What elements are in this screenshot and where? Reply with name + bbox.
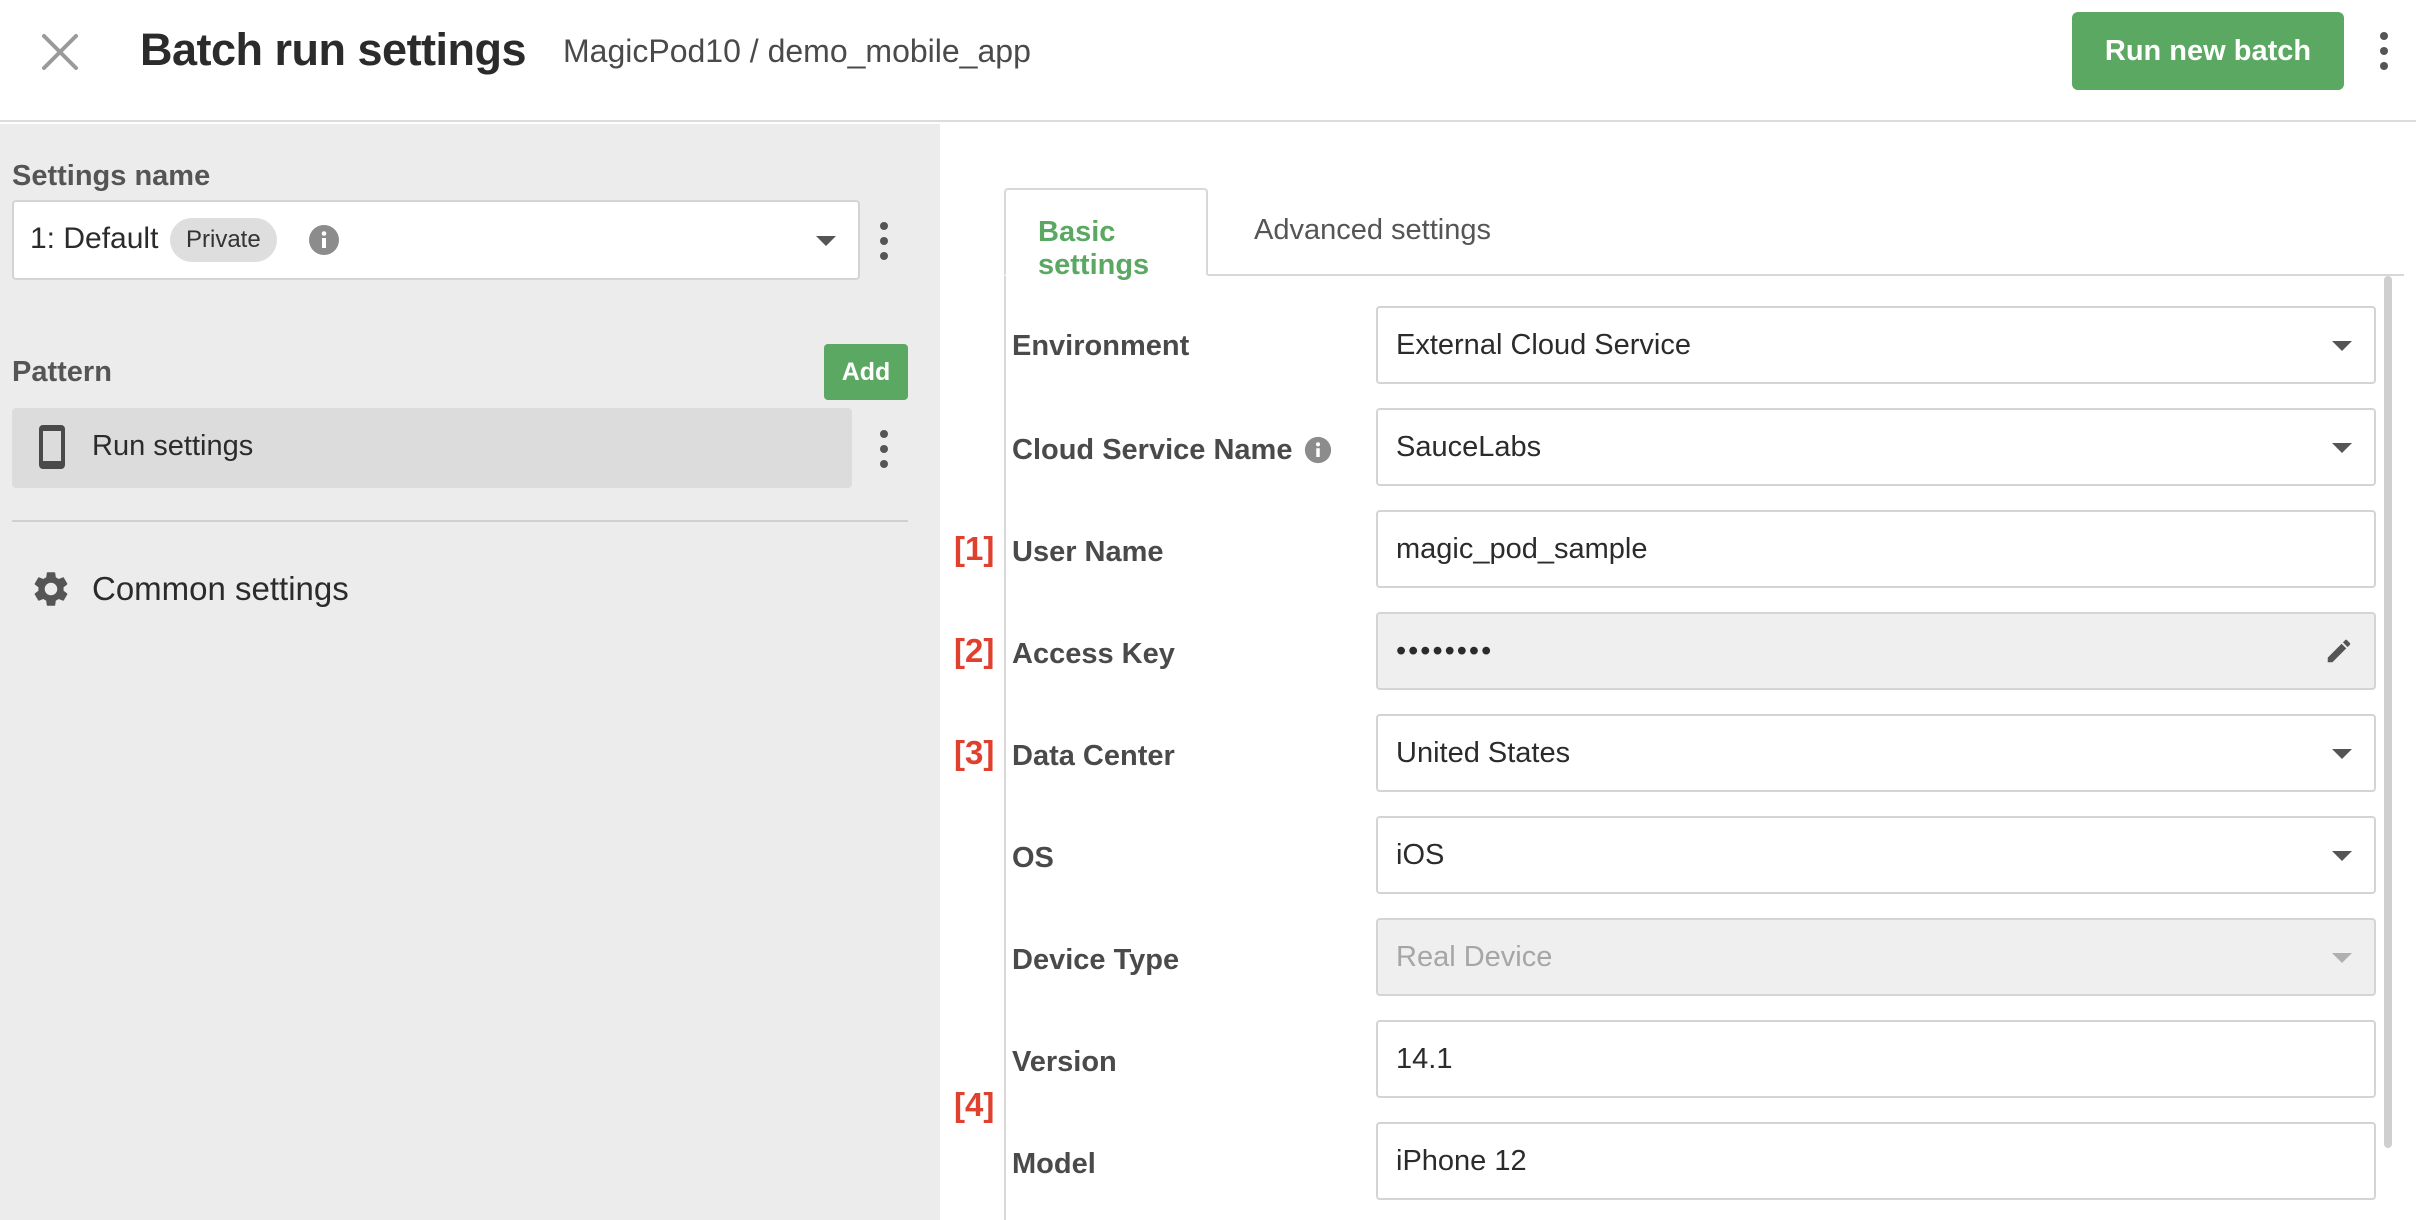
device-type-label: Device Type bbox=[1012, 944, 1180, 976]
device-type-select: Real Device bbox=[1376, 918, 2376, 996]
environment-value: External Cloud Service bbox=[1396, 329, 1691, 361]
top-bar: Batch run settings MagicPod10 / demo_mob… bbox=[0, 0, 2416, 122]
tab-advanced-settings-label: Advanced settings bbox=[1254, 214, 1491, 246]
sidebar-divider bbox=[12, 520, 908, 522]
cloud-service-name-select[interactable]: SauceLabs bbox=[1376, 408, 2376, 486]
pattern-item-run-settings[interactable]: Run settings bbox=[12, 408, 852, 488]
common-settings-label: Common settings bbox=[92, 570, 349, 607]
cloud-service-name-value: SauceLabs bbox=[1396, 431, 1542, 463]
version-label: Version bbox=[1012, 1046, 1117, 1078]
settings-more-icon[interactable] bbox=[876, 220, 892, 262]
os-select[interactable]: iOS bbox=[1376, 816, 2376, 894]
pattern-label: Pattern bbox=[12, 356, 112, 388]
device-type-value: Real Device bbox=[1396, 941, 1553, 973]
annotation-marker-2: [2] bbox=[954, 632, 995, 669]
os-label: OS bbox=[1012, 842, 1054, 874]
pattern-item-label: Run settings bbox=[92, 430, 254, 462]
model-value: iPhone 12 bbox=[1396, 1145, 1527, 1177]
mobile-phone-icon bbox=[39, 425, 65, 469]
model-label: Model bbox=[1012, 1148, 1096, 1180]
add-pattern-button[interactable]: Add bbox=[824, 344, 908, 400]
edit-pencil-icon[interactable] bbox=[2324, 636, 2354, 666]
chevron-down-icon bbox=[2332, 341, 2352, 351]
chevron-down-icon bbox=[816, 236, 836, 246]
info-icon[interactable] bbox=[308, 224, 340, 256]
environment-select[interactable]: External Cloud Service bbox=[1376, 306, 2376, 384]
close-icon[interactable] bbox=[34, 26, 86, 78]
pattern-more-icon[interactable] bbox=[876, 428, 892, 470]
chevron-down-icon bbox=[2332, 851, 2352, 861]
tab-basic-settings[interactable]: Basic settings bbox=[1004, 188, 1208, 281]
gear-icon bbox=[34, 572, 68, 606]
content-border bbox=[1004, 274, 1006, 1220]
scrollbar[interactable] bbox=[2384, 276, 2392, 1148]
access-key-input[interactable]: •••••••• bbox=[1376, 612, 2376, 690]
tab-underline bbox=[1004, 274, 2404, 276]
environment-label: Environment bbox=[1012, 330, 1190, 362]
page-title: Batch run settings bbox=[140, 24, 527, 75]
info-icon[interactable] bbox=[1304, 436, 1332, 464]
data-center-label: Data Center bbox=[1012, 740, 1175, 772]
data-center-select[interactable]: United States bbox=[1376, 714, 2376, 792]
version-value: 14.1 bbox=[1396, 1043, 1453, 1075]
annotation-marker-3: [3] bbox=[954, 734, 995, 771]
tab-basic-settings-label: Basic settings bbox=[1038, 216, 1150, 281]
tab-advanced-settings[interactable]: Advanced settings bbox=[1208, 188, 1508, 276]
settings-selected-value: 1: Default bbox=[30, 222, 159, 255]
user-name-label: User Name bbox=[1012, 536, 1164, 568]
chevron-down-icon bbox=[2332, 443, 2352, 453]
data-center-value: United States bbox=[1396, 737, 1571, 769]
annotation-marker-1: [1] bbox=[954, 530, 995, 567]
cloud-service-name-label: Cloud Service Name bbox=[1012, 434, 1293, 466]
os-value: iOS bbox=[1396, 839, 1445, 871]
breadcrumb[interactable]: MagicPod10 / demo_mobile_app bbox=[563, 33, 1031, 70]
settings-name-select[interactable]: 1: Default Private bbox=[12, 200, 860, 280]
access-key-label: Access Key bbox=[1012, 638, 1175, 670]
settings-name-label: Settings name bbox=[12, 160, 211, 192]
run-new-batch-button[interactable]: Run new batch bbox=[2072, 12, 2344, 90]
access-key-value: •••••••• bbox=[1396, 635, 1494, 667]
common-settings-item[interactable]: Common settings bbox=[12, 554, 612, 624]
model-input[interactable]: iPhone 12 bbox=[1376, 1122, 2376, 1200]
annotation-marker-4: [4] bbox=[954, 1086, 995, 1123]
version-input[interactable]: 14.1 bbox=[1376, 1020, 2376, 1098]
settings-panel: Basic settings Advanced settings Environ… bbox=[940, 124, 2416, 1220]
more-options-icon[interactable] bbox=[2372, 30, 2396, 72]
user-name-input[interactable]: magic_pod_sample bbox=[1376, 510, 2376, 588]
sidebar: Settings name 1: Default Private Pattern… bbox=[0, 124, 940, 1220]
private-badge: Private bbox=[170, 218, 277, 262]
chevron-down-icon bbox=[2332, 953, 2352, 963]
chevron-down-icon bbox=[2332, 749, 2352, 759]
user-name-value: magic_pod_sample bbox=[1396, 533, 1648, 565]
